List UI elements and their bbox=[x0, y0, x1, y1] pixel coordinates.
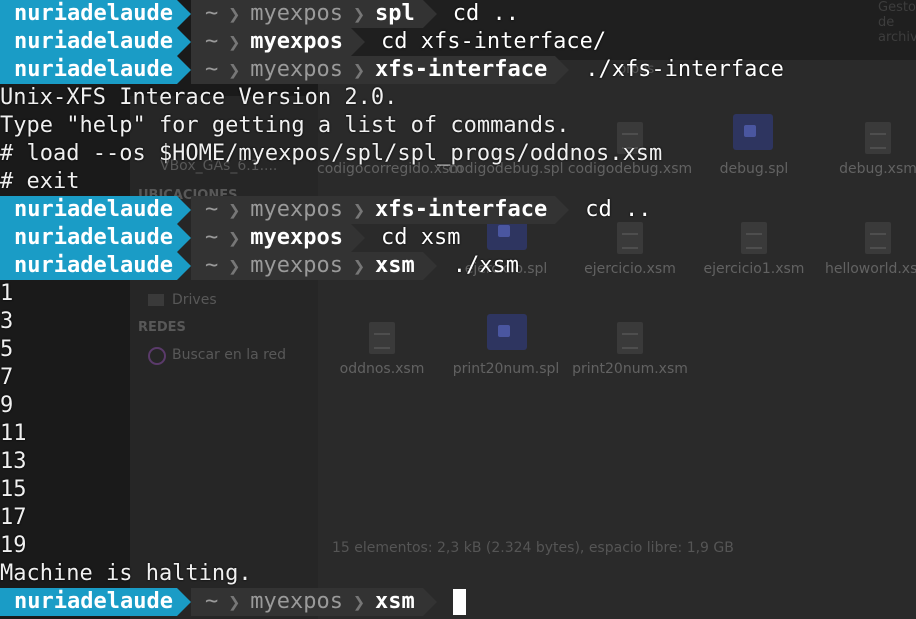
path-segment: myexpos bbox=[250, 589, 343, 614]
path-segment: myexpos bbox=[250, 57, 343, 82]
command-text: cd .. bbox=[452, 1, 519, 26]
path-separator-icon: ❯ bbox=[228, 58, 241, 82]
prompt-user: nuriadelaude bbox=[0, 588, 177, 616]
path-segment: ~ bbox=[204, 57, 219, 82]
prompt-user: nuriadelaude bbox=[0, 56, 177, 84]
prompt-line: nuriadelaude ~ ❯ myexpos ❯ xfs-interface… bbox=[0, 56, 784, 84]
path-segment: myexpos bbox=[250, 1, 343, 26]
output-line: 11 bbox=[0, 421, 27, 446]
prompt-line: nuriadelaude ~ ❯ myexpos ❯ xfs-interface… bbox=[0, 196, 651, 224]
output-line: 15 bbox=[0, 477, 27, 502]
powerline-arrow-icon bbox=[176, 28, 191, 56]
path-separator-icon: ❯ bbox=[352, 2, 366, 26]
powerline-arrow-icon bbox=[176, 252, 191, 280]
prompt-line: nuriadelaude ~ ❯ myexpos ❯ xsm ./xsm bbox=[0, 252, 519, 280]
prompt-path: ~ ❯ myexpos ❯ xsm bbox=[190, 252, 423, 280]
prompt-user: nuriadelaude bbox=[0, 252, 177, 280]
path-segment: myexpos bbox=[250, 197, 343, 222]
powerline-arrow-icon bbox=[350, 28, 365, 56]
path-separator-icon: ❯ bbox=[228, 30, 241, 54]
path-segment: ~ bbox=[204, 29, 219, 54]
output-line: # exit bbox=[0, 169, 80, 194]
path-separator-icon: ❯ bbox=[228, 2, 241, 26]
output-line: Unix-XFS Interace Version 2.0. bbox=[0, 85, 398, 110]
command-text: ./xsm bbox=[452, 253, 519, 278]
path-separator-icon: ❯ bbox=[228, 590, 241, 614]
path-segment: myexpos bbox=[250, 253, 343, 278]
output-line: 3 bbox=[0, 309, 14, 334]
prompt-line: nuriadelaude ~ ❯ myexpos cd xsm bbox=[0, 224, 460, 252]
terminal[interactable]: nuriadelaude ~ ❯ myexpos ❯ spl cd .. nur… bbox=[0, 0, 916, 619]
prompt-line: nuriadelaude ~ ❯ myexpos ❯ spl cd .. bbox=[0, 0, 519, 28]
path-segment-current: xfs-interface bbox=[375, 57, 548, 82]
output-line: 17 bbox=[0, 505, 27, 530]
path-separator-icon: ❯ bbox=[352, 198, 366, 222]
prompt-path: ~ ❯ myexpos bbox=[190, 28, 351, 56]
path-separator-icon: ❯ bbox=[228, 254, 241, 278]
output-line: 13 bbox=[0, 449, 27, 474]
command-text: cd xfs-interface/ bbox=[380, 29, 607, 54]
powerline-arrow-icon bbox=[422, 0, 437, 28]
path-segment-current: myexpos bbox=[250, 29, 343, 54]
prompt-user: nuriadelaude bbox=[0, 28, 177, 56]
prompt-path: ~ ❯ myexpos ❯ xfs-interface bbox=[190, 196, 556, 224]
prompt-path: ~ ❯ myexpos ❯ spl bbox=[190, 0, 423, 28]
path-segment-current: xsm bbox=[375, 253, 415, 278]
powerline-arrow-icon bbox=[176, 588, 191, 616]
command-text: cd xsm bbox=[380, 225, 461, 250]
output-line: 5 bbox=[0, 337, 14, 362]
path-separator-icon: ❯ bbox=[228, 198, 241, 222]
prompt-path: ~ ❯ myexpos ❯ xfs-interface bbox=[190, 56, 556, 84]
powerline-arrow-icon bbox=[555, 56, 570, 84]
path-segment-current: xfs-interface bbox=[375, 197, 548, 222]
halt-message: Machine is halting. bbox=[0, 561, 252, 586]
path-segment: ~ bbox=[204, 1, 219, 26]
command-text: ./xfs-interface bbox=[585, 57, 784, 82]
path-segment: ~ bbox=[204, 197, 219, 222]
path-separator-icon: ❯ bbox=[352, 590, 366, 614]
path-segment-current: spl bbox=[375, 1, 415, 26]
output-line: 7 bbox=[0, 365, 14, 390]
prompt-path: ~ ❯ myexpos bbox=[190, 224, 351, 252]
path-segment-current: xsm bbox=[375, 589, 415, 614]
path-separator-icon: ❯ bbox=[228, 226, 241, 250]
path-separator-icon: ❯ bbox=[352, 58, 366, 82]
output-line: # load --os $HOME/myexpos/spl/spl_progs/… bbox=[0, 141, 663, 166]
output-line: 1 bbox=[0, 281, 14, 306]
powerline-arrow-icon bbox=[555, 196, 570, 224]
prompt-user: nuriadelaude bbox=[0, 0, 177, 28]
desktop-screen: Gestor de archivos VBox_GAs_6.1.... UBIC… bbox=[0, 0, 916, 619]
powerline-arrow-icon bbox=[176, 224, 191, 252]
path-segment: ~ bbox=[204, 253, 219, 278]
prompt-line: nuriadelaude ~ ❯ myexpos cd xfs-interfac… bbox=[0, 28, 606, 56]
output-line: 9 bbox=[0, 393, 14, 418]
powerline-arrow-icon bbox=[422, 252, 437, 280]
prompt-line-current[interactable]: nuriadelaude ~ ❯ myexpos ❯ xsm bbox=[0, 588, 466, 616]
path-segment: ~ bbox=[204, 589, 219, 614]
powerline-arrow-icon bbox=[176, 196, 191, 224]
path-segment-current: myexpos bbox=[250, 225, 343, 250]
prompt-path: ~ ❯ myexpos ❯ xsm bbox=[190, 588, 423, 616]
powerline-arrow-icon bbox=[350, 224, 365, 252]
powerline-arrow-icon bbox=[422, 588, 437, 616]
output-line: 19 bbox=[0, 533, 27, 558]
prompt-user: nuriadelaude bbox=[0, 196, 177, 224]
powerline-arrow-icon bbox=[176, 0, 191, 28]
path-segment: ~ bbox=[204, 225, 219, 250]
path-separator-icon: ❯ bbox=[352, 254, 366, 278]
output-line: Type "help" for getting a list of comman… bbox=[0, 113, 570, 138]
powerline-arrow-icon bbox=[176, 56, 191, 84]
command-text: cd .. bbox=[585, 197, 652, 222]
text-cursor[interactable] bbox=[452, 589, 466, 615]
prompt-user: nuriadelaude bbox=[0, 224, 177, 252]
